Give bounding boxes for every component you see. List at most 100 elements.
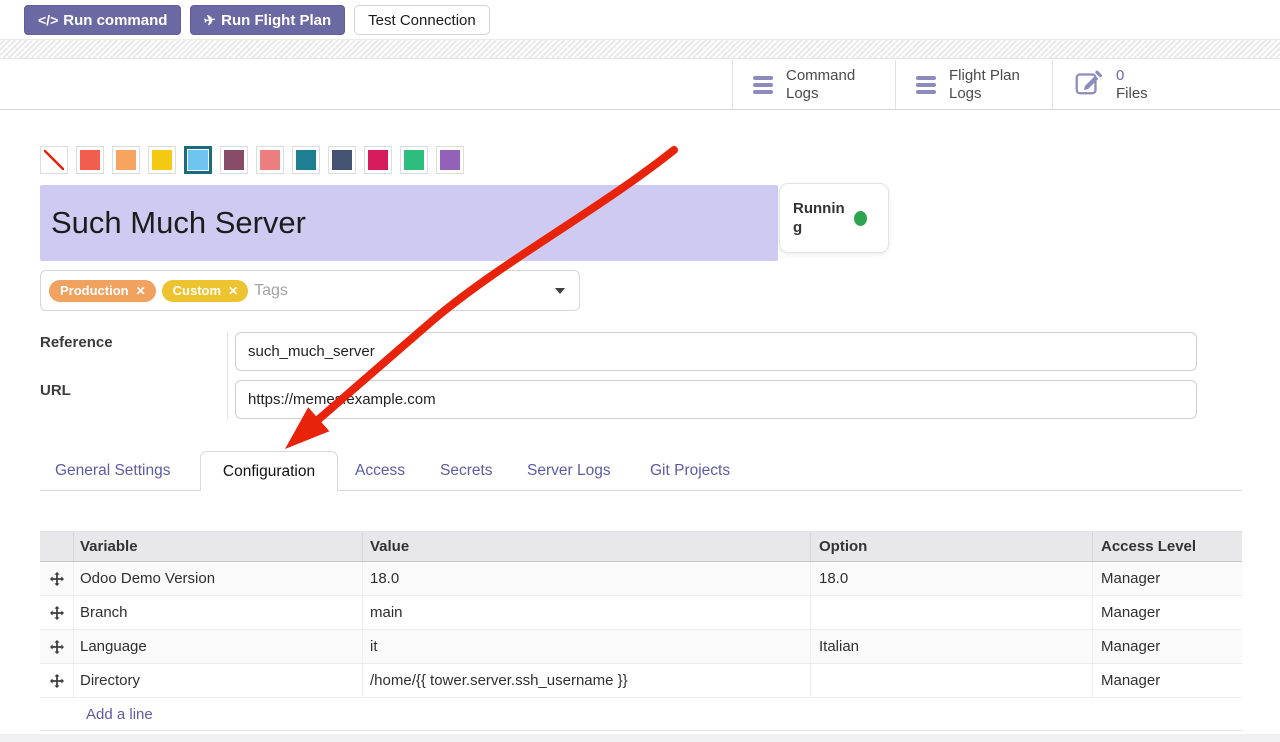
edit-pencil-icon [1073, 67, 1103, 102]
swatch-fill [152, 150, 172, 170]
swatch-fill [80, 150, 100, 170]
tags-placeholder: Tags [254, 282, 288, 300]
cell-variable[interactable]: Directory [73, 664, 362, 697]
color-swatch-green[interactable] [400, 146, 428, 174]
table-row[interactable]: Directory /home/{{ tower.server.ssh_user… [40, 664, 1242, 698]
color-swatch-darkpurple[interactable] [220, 146, 248, 174]
swatch-fill [260, 150, 280, 170]
table-row[interactable]: Branch main Manager [40, 596, 1242, 630]
color-swatch-salmon[interactable] [256, 146, 284, 174]
swatch-fill [368, 150, 388, 170]
color-swatch-lightblue-selected[interactable] [184, 146, 212, 174]
cell-access-level[interactable]: Manager [1092, 664, 1242, 697]
color-swatch-red[interactable] [76, 146, 104, 174]
swatch-fill [332, 150, 352, 170]
color-palette [40, 146, 464, 174]
cell-option[interactable] [810, 664, 1092, 697]
field-column-divider [227, 332, 228, 419]
tags-input[interactable]: Production ✕ Custom ✕ Tags [40, 270, 580, 311]
test-connection-button[interactable]: Test Connection [354, 5, 490, 35]
files-count: 0 [1116, 67, 1148, 85]
no-color-icon [44, 150, 64, 170]
cell-value[interactable]: main [362, 596, 810, 629]
color-swatch-none[interactable] [40, 146, 68, 174]
url-input[interactable] [235, 380, 1197, 419]
cell-value[interactable]: 18.0 [362, 562, 810, 595]
top-action-bar: </> Run command ✈ Run Flight Plan Test C… [24, 5, 490, 35]
cell-variable[interactable]: Branch [73, 596, 362, 629]
background-hatch-strip [0, 39, 1280, 59]
swatch-fill [296, 150, 316, 170]
table-row[interactable]: Language it Italian Manager [40, 630, 1242, 664]
cell-variable[interactable]: Language [73, 630, 362, 663]
tab-configuration[interactable]: Configuration [200, 451, 338, 491]
files-label: Files [1116, 85, 1148, 102]
cell-option[interactable] [810, 596, 1092, 629]
reference-label: Reference [40, 334, 113, 351]
stat-command-logs[interactable]: Command Logs [732, 60, 895, 109]
swatch-fill [188, 150, 208, 170]
caret-down-icon[interactable] [555, 288, 565, 294]
tab-secrets[interactable]: Secrets [440, 462, 493, 480]
remove-tag-icon[interactable]: ✕ [136, 284, 146, 298]
color-swatch-purple[interactable] [436, 146, 464, 174]
cell-access-level[interactable]: Manager [1092, 596, 1242, 629]
color-swatch-teal[interactable] [292, 146, 320, 174]
run-flight-plan-button[interactable]: ✈ Run Flight Plan [190, 5, 345, 35]
remove-tag-icon[interactable]: ✕ [228, 284, 238, 298]
stat-command-logs-label: Command Logs [786, 67, 878, 103]
paper-plane-icon: ✈ [203, 11, 217, 29]
stat-files[interactable]: 0 Files [1052, 60, 1280, 109]
stat-flight-plan-logs[interactable]: Flight Plan Logs [895, 60, 1052, 109]
column-header-option[interactable]: Option [810, 532, 1092, 561]
run-command-label: Run command [63, 12, 167, 29]
stat-files-text: 0 Files [1116, 67, 1148, 103]
reference-input[interactable] [235, 332, 1197, 371]
list-icon [916, 76, 936, 94]
column-header-access-level[interactable]: Access Level [1092, 532, 1242, 561]
run-flight-plan-label: Run Flight Plan [221, 12, 331, 29]
code-icon: </> [38, 12, 58, 28]
cell-value[interactable]: it [362, 630, 810, 663]
tab-general-settings[interactable]: General Settings [55, 462, 170, 480]
swatch-fill [224, 150, 244, 170]
add-a-line-link[interactable]: Add a line [86, 706, 153, 723]
tab-git-projects[interactable]: Git Projects [650, 462, 730, 480]
tag-custom[interactable]: Custom ✕ [162, 280, 248, 302]
status-label: Running [793, 199, 845, 238]
cell-value[interactable]: /home/{{ tower.server.ssh_username }} [362, 664, 810, 697]
color-swatch-navy[interactable] [328, 146, 356, 174]
url-label: URL [40, 382, 71, 399]
tab-access[interactable]: Access [355, 462, 405, 480]
drag-handle-icon[interactable] [50, 572, 64, 586]
variables-table: Variable Value Option Access Level Odoo … [40, 531, 1242, 731]
tab-server-logs[interactable]: Server Logs [527, 462, 611, 480]
column-header-variable[interactable]: Variable [73, 532, 362, 561]
table-row[interactable]: Odoo Demo Version 18.0 18.0 Manager [40, 562, 1242, 596]
cell-variable[interactable]: Odoo Demo Version [73, 562, 362, 595]
stat-button-bar: Command Logs Flight Plan Logs 0 Files [0, 60, 1280, 110]
server-name-input[interactable]: Such Much Server [40, 185, 778, 261]
list-icon [753, 76, 773, 94]
cell-access-level[interactable]: Manager [1092, 630, 1242, 663]
status-card: Running [779, 183, 889, 253]
tag-production[interactable]: Production ✕ [49, 280, 156, 302]
color-swatch-magenta[interactable] [364, 146, 392, 174]
cell-access-level[interactable]: Manager [1092, 562, 1242, 595]
run-command-button[interactable]: </> Run command [24, 5, 181, 35]
column-header-value[interactable]: Value [362, 532, 810, 561]
swatch-fill [116, 150, 136, 170]
stat-flight-plan-logs-label: Flight Plan Logs [949, 67, 1041, 103]
drag-handle-icon[interactable] [50, 640, 64, 654]
tag-production-label: Production [60, 283, 129, 298]
color-swatch-yellow[interactable] [148, 146, 176, 174]
page-bottom-band [0, 734, 1280, 742]
drag-handle-icon[interactable] [50, 674, 64, 688]
drag-handle-icon[interactable] [50, 606, 64, 620]
color-swatch-orange[interactable] [112, 146, 140, 174]
swatch-fill [440, 150, 460, 170]
tag-custom-label: Custom [173, 283, 221, 298]
table-header-row: Variable Value Option Access Level [40, 532, 1242, 562]
cell-option[interactable]: 18.0 [810, 562, 1092, 595]
cell-option[interactable]: Italian [810, 630, 1092, 663]
